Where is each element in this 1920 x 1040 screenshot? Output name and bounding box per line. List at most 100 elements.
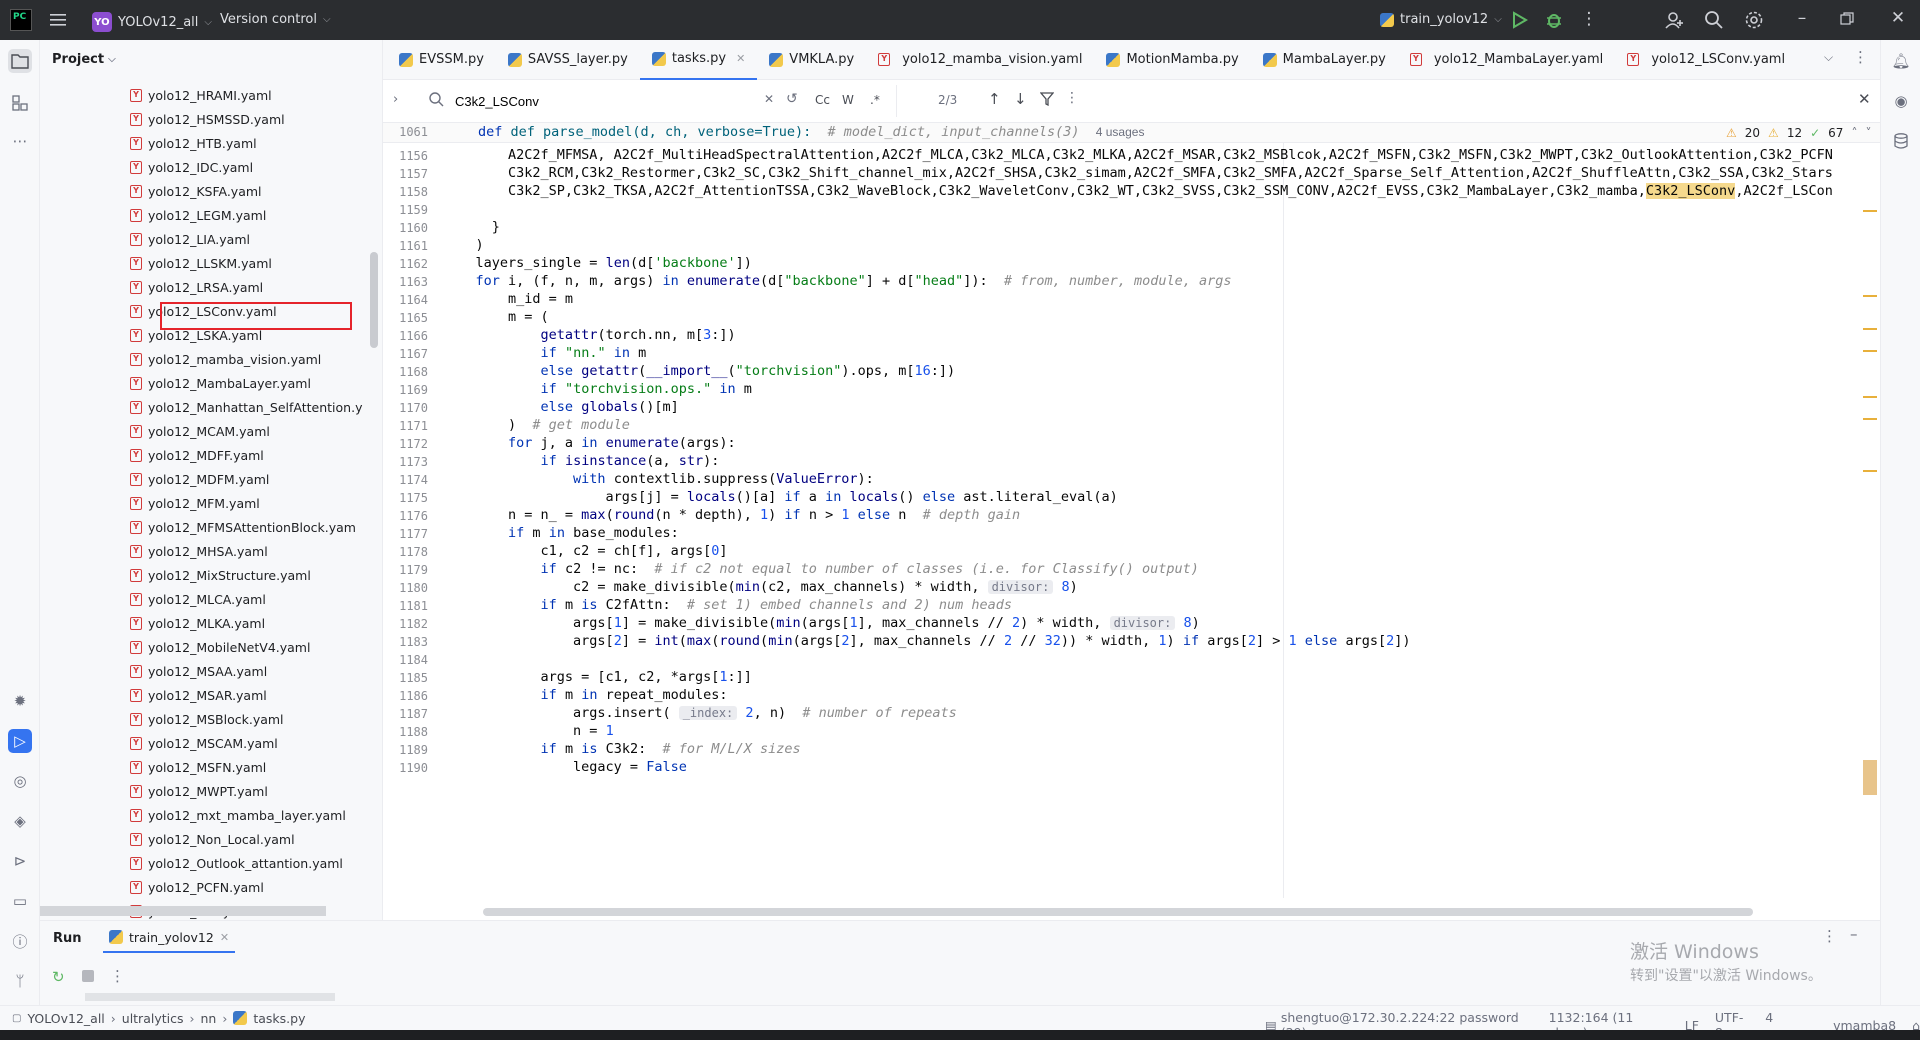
layers-tool-icon[interactable]: ◈ — [8, 809, 32, 833]
tree-item[interactable]: Yyolo12_Manhattan_SelfAttention.y — [130, 395, 362, 419]
chevron-up-icon[interactable]: ˄ — [1851, 126, 1857, 140]
editor-tab[interactable]: Yyolo12_MambaLayer.yaml — [1398, 40, 1615, 80]
tree-item[interactable]: Yyolo12_mxt_mamba_layer.yaml — [130, 803, 346, 827]
editor-tab[interactable]: tasks.py ✕ — [639, 40, 758, 80]
more-vertical-icon[interactable]: ⋮ — [1577, 9, 1601, 29]
search-icon[interactable] — [1704, 10, 1724, 34]
hide-panel-icon[interactable]: – — [1850, 925, 1858, 943]
editor-tab[interactable]: Yyolo12_LSConv.yaml — [1615, 40, 1797, 80]
editor-tab[interactable]: MambaLayer.py — [1251, 40, 1398, 80]
debug-icon[interactable] — [1544, 10, 1564, 34]
breadcrumb-item[interactable]: nn — [201, 1011, 217, 1026]
restore-icon[interactable] — [1840, 12, 1854, 30]
project-tool-icon[interactable] — [8, 49, 32, 73]
add-user-icon[interactable] — [1665, 10, 1685, 34]
tree-item[interactable]: Yyolo12_MLKA.yaml — [130, 611, 265, 635]
terminal-tool-icon[interactable]: ▭ — [8, 889, 32, 913]
stop-icon[interactable] — [82, 970, 94, 982]
previous-match-icon[interactable]: ↑ — [988, 90, 1001, 108]
find-input[interactable] — [455, 89, 745, 113]
ai-assistant-icon[interactable]: ◉ — [1889, 89, 1913, 113]
notifications-bell-icon[interactable]: 🔔︎ — [1889, 49, 1913, 73]
tree-item[interactable]: Yyolo12_mamba_vision.yaml — [130, 347, 321, 371]
close-find-icon[interactable]: ✕ — [1858, 90, 1871, 108]
next-match-icon[interactable]: ↓ — [1014, 90, 1027, 108]
chevron-right-icon[interactable]: › — [393, 92, 398, 107]
editor-tab[interactable]: Yyolo12_mamba_vision.yaml — [866, 40, 1094, 80]
editor-horizontal-scrollbar[interactable] — [483, 908, 1753, 916]
tree-item[interactable]: Yyolo12_MWPT.yaml — [130, 779, 268, 803]
find-more-icon[interactable]: ⋮ — [1065, 90, 1079, 106]
run-panel-more-icon[interactable]: ⋮ — [1822, 927, 1837, 945]
tree-item[interactable]: Yyolo12_HTB.yaml — [130, 131, 257, 155]
main-menu-icon[interactable] — [48, 10, 68, 30]
tree-horizontal-scrollbar[interactable] — [40, 906, 326, 916]
tree-item[interactable]: Yyolo12_HRAMI.yaml — [130, 83, 272, 107]
regex-toggle[interactable]: .* — [870, 93, 880, 107]
editor-tab[interactable]: SAVSS_layer.py — [496, 40, 640, 80]
tree-item[interactable]: Yyolo12_MFM.yaml — [130, 491, 260, 515]
rerun-icon[interactable]: ↻ — [52, 968, 65, 986]
more-tools-icon[interactable]: ⋯ — [8, 129, 32, 153]
settings-gear-icon[interactable] — [1744, 10, 1764, 34]
project-panel-header[interactable]: Project ⌵ — [52, 52, 116, 67]
tree-item[interactable]: Yyolo12_MSBlock.yaml — [130, 707, 284, 731]
editor-tab[interactable]: MotionMamba.py — [1094, 40, 1250, 80]
code-editor[interactable]: 1061 def def parse_model(d, ch, verbose=… — [383, 123, 1880, 920]
tree-item[interactable]: Yyolo12_MSFN.yaml — [130, 755, 266, 779]
tree-item[interactable]: Yyolo12_MSAR.yaml — [130, 683, 267, 707]
services-tool-icon[interactable]: ⊳ — [8, 849, 32, 873]
tree-scrollbar[interactable] — [370, 252, 378, 348]
tree-item[interactable]: Yyolo12_LLSKM.yaml — [130, 251, 272, 275]
editor-tab[interactable]: VMKLA.py — [757, 40, 866, 80]
minimize-icon[interactable]: – — [1790, 8, 1814, 28]
tree-item[interactable]: Yyolo12_MDFF.yaml — [130, 443, 264, 467]
editor-scrollbar[interactable] — [1861, 143, 1880, 920]
tree-item[interactable]: Yyolo12_PCFN.yaml — [130, 875, 264, 899]
tabs-dropdown-icon[interactable]: ⌵ — [1824, 50, 1833, 65]
match-case-toggle[interactable]: Cc — [815, 93, 830, 107]
filter-icon[interactable] — [1039, 92, 1055, 110]
run-icon[interactable] — [1509, 10, 1529, 34]
problems-tool-icon[interactable]: ⓘ — [8, 929, 32, 953]
tree-item[interactable]: Yyolo12_MCAM.yaml — [130, 419, 270, 443]
database-icon[interactable] — [1889, 129, 1913, 153]
breadcrumb-item[interactable]: ultralytics — [122, 1011, 184, 1026]
run-tool-icon[interactable]: ▷ — [8, 729, 32, 753]
editor-tab[interactable]: EVSSM.py — [387, 40, 496, 80]
console-scrollbar[interactable] — [85, 993, 335, 1001]
close-tab-icon[interactable]: ✕ — [736, 52, 745, 65]
whole-word-toggle[interactable]: W — [842, 93, 854, 107]
inspection-widget[interactable]: ⚠ 20 ⚠ 12 ✓ 67 ˄ ˅ — [1726, 126, 1871, 140]
run-config-tab[interactable]: train_yolov12 ✕ — [103, 923, 236, 953]
tree-item[interactable]: Yyolo12_LEGM.yaml — [130, 203, 266, 227]
tree-item[interactable]: Yyolo12_MSAA.yaml — [130, 659, 267, 683]
breadcrumb-item[interactable]: tasks.py — [253, 1011, 305, 1026]
tree-item[interactable]: Yyolo12_MFMSAttentionBlock.yam — [130, 515, 356, 539]
structure-tool-icon[interactable] — [8, 91, 32, 115]
close-icon[interactable]: ✕ — [220, 931, 229, 944]
tree-item[interactable]: Yyolo12_MDFM.yaml — [130, 467, 269, 491]
debug-tool-icon[interactable]: ✹ — [8, 689, 32, 713]
tree-item[interactable]: Yyolo12_LRSA.yaml — [130, 275, 263, 299]
breadcrumb-item[interactable]: YOLOv12_all — [27, 1011, 104, 1026]
tabs-more-icon[interactable]: ⋮ — [1853, 48, 1868, 66]
history-icon[interactable]: ↺ — [786, 91, 798, 107]
tree-item[interactable]: Yyolo12_MHSA.yaml — [130, 539, 268, 563]
tree-item[interactable]: Yyolo12_MSCAM.yaml — [130, 731, 278, 755]
vcs-selector[interactable]: Version control ⌵ — [212, 8, 339, 31]
tree-item[interactable]: Yyolo12_MobileNetV4.yaml — [130, 635, 310, 659]
project-selector[interactable]: YO YOLOv12_all ⌵ — [84, 8, 220, 36]
tree-item[interactable]: Yyolo12_MLCA.yaml — [130, 587, 266, 611]
run-config-selector[interactable]: train_yolov12 ⌵ — [1372, 8, 1510, 31]
tree-item[interactable]: Yyolo12_KSFA.yaml — [130, 179, 262, 203]
chevron-down-icon[interactable]: ˅ — [1865, 126, 1871, 140]
python-console-icon[interactable]: ◎ — [8, 769, 32, 793]
tree-item[interactable]: Yyolo12_HSMSSD.yaml — [130, 107, 285, 131]
tree-item[interactable]: Yyolo12_Outlook_attantion.yaml — [130, 851, 343, 875]
tree-item[interactable]: Yyolo12_IDC.yaml — [130, 155, 253, 179]
git-tool-icon[interactable]: ᛘ — [8, 969, 32, 993]
tree-item[interactable]: Yyolo12_Non_Local.yaml — [130, 827, 295, 851]
tree-item[interactable]: Yyolo12_MambaLayer.yaml — [130, 371, 311, 395]
close-window-icon[interactable]: ✕ — [1886, 8, 1910, 28]
